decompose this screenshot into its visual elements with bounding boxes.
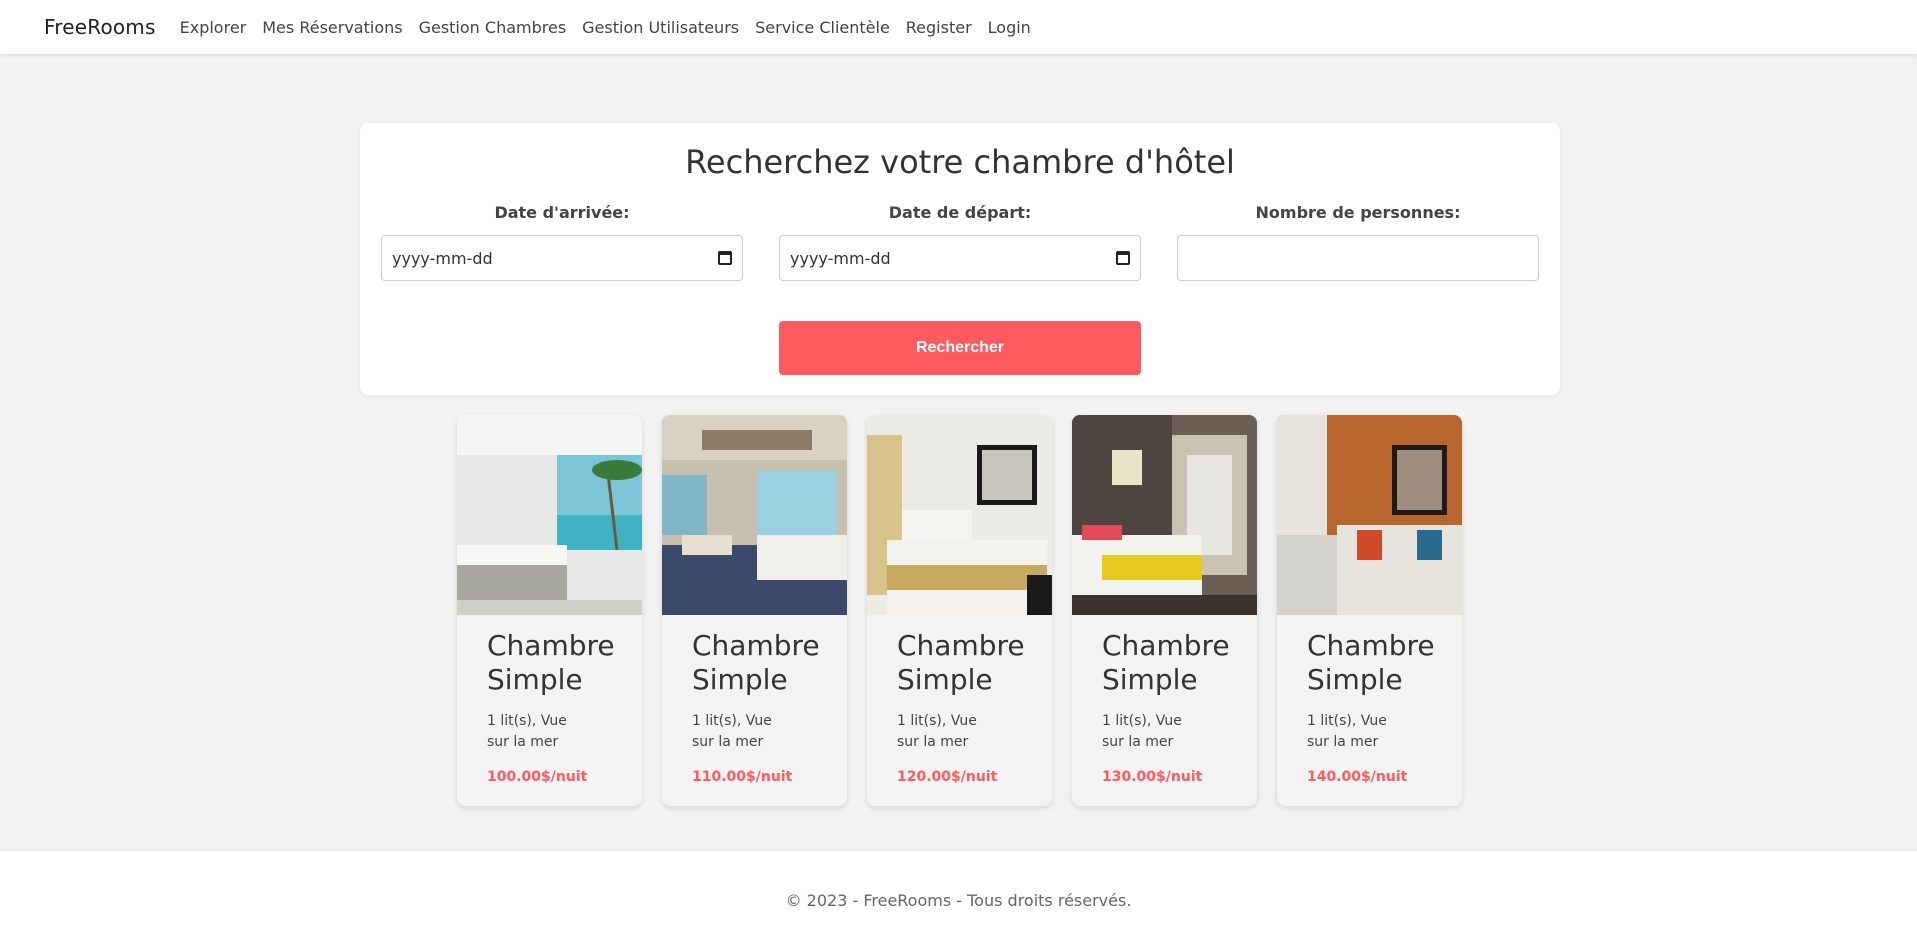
room-price: 140.00$/nuit [1307, 769, 1408, 785]
room-price: 120.00$/nuit [897, 769, 998, 785]
room-description: 1 lit(s), Vue sur la mer [692, 713, 772, 750]
footer: © 2023 - FreeRooms - Tous droits réservé… [0, 850, 1917, 949]
calendar-icon[interactable] [1116, 251, 1130, 265]
room-description: 1 lit(s), Vue sur la mer [1307, 713, 1387, 750]
room-cards: Chambre Simple 1 lit(s), Vue sur la mer … [457, 415, 1462, 806]
nav-link-gestion-utilisateurs[interactable]: Gestion Utilisateurs [582, 18, 739, 37]
nav-link-mes-reservations[interactable]: Mes Réservations [262, 18, 402, 37]
room-card[interactable]: Chambre Simple 1 lit(s), Vue sur la mer … [457, 415, 642, 806]
room-card[interactable]: Chambre Simple 1 lit(s), Vue sur la mer … [1277, 415, 1462, 806]
departure-date-value: yyyy-mm-dd [790, 248, 891, 268]
arrival-date-label: Date d'arrivée: [494, 203, 630, 222]
search-button[interactable]: Rechercher [779, 321, 1141, 375]
room-price: 100.00$/nuit [487, 769, 588, 785]
room-description: 1 lit(s), Vue sur la mer [487, 713, 567, 750]
room-card[interactable]: Chambre Simple 1 lit(s), Vue sur la mer … [867, 415, 1052, 806]
room-card[interactable]: Chambre Simple 1 lit(s), Vue sur la mer … [1072, 415, 1257, 806]
room-title: Chambre Simple [1307, 629, 1435, 696]
search-panel: Recherchez votre chambre d'hôtel Date d'… [360, 123, 1560, 395]
persons-input[interactable] [1177, 235, 1539, 281]
room-photo [1277, 415, 1462, 615]
room-title: Chambre Simple [487, 629, 615, 696]
arrival-date-value: yyyy-mm-dd [392, 248, 493, 268]
footer-copyright: © 2023 - FreeRooms - Tous droits réservé… [785, 890, 1132, 910]
room-description: 1 lit(s), Vue sur la mer [1102, 713, 1182, 750]
nav-link-explorer[interactable]: Explorer [180, 18, 247, 37]
room-photo [867, 415, 1052, 615]
room-photo [662, 415, 847, 615]
room-price: 110.00$/nuit [692, 769, 793, 785]
room-title: Chambre Simple [1102, 629, 1230, 696]
room-photo [1072, 415, 1257, 615]
room-card[interactable]: Chambre Simple 1 lit(s), Vue sur la mer … [662, 415, 847, 806]
nav-link-login[interactable]: Login [988, 18, 1031, 37]
departure-date-input[interactable]: yyyy-mm-dd [779, 235, 1141, 281]
top-navbar: FreeRooms Explorer Mes Réservations Gest… [0, 0, 1917, 54]
departure-date-label: Date de départ: [888, 203, 1032, 222]
nav-links: Explorer Mes Réservations Gestion Chambr… [180, 18, 1031, 37]
room-title: Chambre Simple [692, 629, 820, 696]
search-title: Recherchez votre chambre d'hôtel [685, 143, 1235, 181]
persons-label: Nombre de personnes: [1255, 203, 1461, 222]
arrival-date-input[interactable]: yyyy-mm-dd [381, 235, 743, 281]
room-price: 130.00$/nuit [1102, 769, 1203, 785]
room-description: 1 lit(s), Vue sur la mer [897, 713, 977, 750]
nav-link-service-clientele[interactable]: Service Clientèle [755, 18, 890, 37]
brand-logo[interactable]: FreeRooms [44, 15, 156, 39]
room-title: Chambre Simple [897, 629, 1025, 696]
nav-link-gestion-chambres[interactable]: Gestion Chambres [419, 18, 567, 37]
nav-link-register[interactable]: Register [906, 18, 972, 37]
calendar-icon[interactable] [718, 251, 732, 265]
room-photo [457, 415, 642, 615]
